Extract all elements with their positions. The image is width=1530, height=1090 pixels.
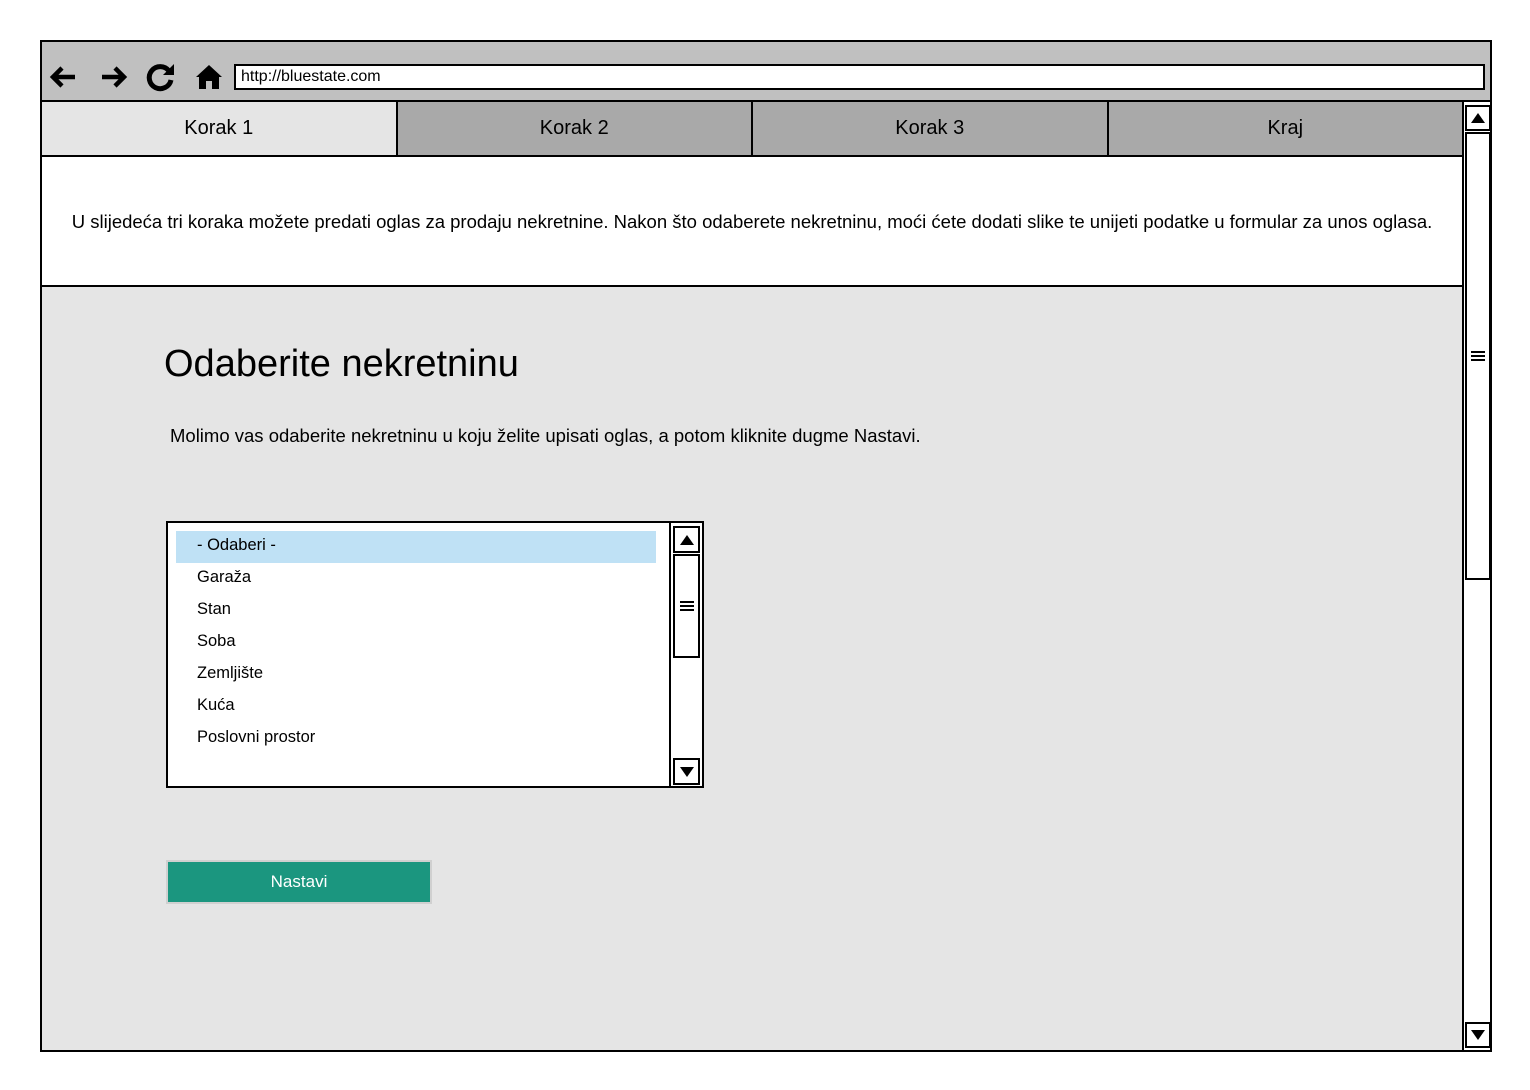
list-item-stan[interactable]: Stan xyxy=(176,595,656,627)
tab-korak-2[interactable]: Korak 2 xyxy=(397,102,753,155)
main-content: Odaberite nekretninu Molimo vas odaberit… xyxy=(42,287,1462,1050)
tab-kraj[interactable]: Kraj xyxy=(1108,102,1462,155)
tab-korak-3[interactable]: Korak 3 xyxy=(753,102,1109,155)
intro-panel: U slijedeća tri koraka možete predati og… xyxy=(42,157,1462,287)
home-icon[interactable] xyxy=(192,60,226,94)
continue-button[interactable]: Nastavi xyxy=(166,860,432,904)
listbox-scroll-thumb[interactable] xyxy=(673,554,700,658)
grip-icon xyxy=(679,601,694,611)
page-scrollbar[interactable] xyxy=(1462,102,1491,1050)
list-item-soba[interactable]: Soba xyxy=(176,627,656,659)
scroll-up-icon[interactable] xyxy=(673,526,700,553)
list-item-poslovni-prostor[interactable]: Poslovni prostor xyxy=(176,723,656,755)
back-arrow-icon[interactable] xyxy=(46,60,80,94)
list-item-odaberi[interactable]: - Odaberi - xyxy=(176,531,656,563)
grip-icon xyxy=(1471,351,1485,361)
page-scroll-down-icon[interactable] xyxy=(1465,1022,1491,1048)
scroll-down-icon[interactable] xyxy=(673,758,700,785)
instruction-text: Molimo vas odaberite nekretninu u koju ž… xyxy=(170,425,921,446)
forward-arrow-icon[interactable] xyxy=(97,60,131,94)
list-item-zemljiste[interactable]: Zemljište xyxy=(176,659,656,691)
list-item-garaza[interactable]: Garaža xyxy=(176,563,656,595)
tab-korak-1[interactable]: Korak 1 xyxy=(42,102,398,155)
page-title: Odaberite nekretninu xyxy=(164,343,519,385)
intro-text: U slijedeća tri koraka možete predati og… xyxy=(71,210,1433,232)
listbox-options: - Odaberi - Garaža Stan Soba Zemljište K… xyxy=(176,531,656,755)
url-input[interactable]: http://bluestate.com xyxy=(234,64,1485,90)
property-listbox[interactable]: - Odaberi - Garaža Stan Soba Zemljište K… xyxy=(166,521,704,788)
list-item-kuca[interactable]: Kuća xyxy=(176,691,656,723)
listbox-scrollbar[interactable] xyxy=(669,523,702,786)
page-scroll-up-icon[interactable] xyxy=(1465,105,1491,131)
reload-icon[interactable] xyxy=(144,60,178,94)
browser-window: http://bluestate.com Korak 1 Korak 2 Kor… xyxy=(40,40,1492,1052)
page-scroll-thumb[interactable] xyxy=(1465,132,1491,580)
browser-toolbar: http://bluestate.com xyxy=(42,42,1490,102)
step-tabs: Korak 1 Korak 2 Korak 3 Kraj xyxy=(42,102,1462,157)
